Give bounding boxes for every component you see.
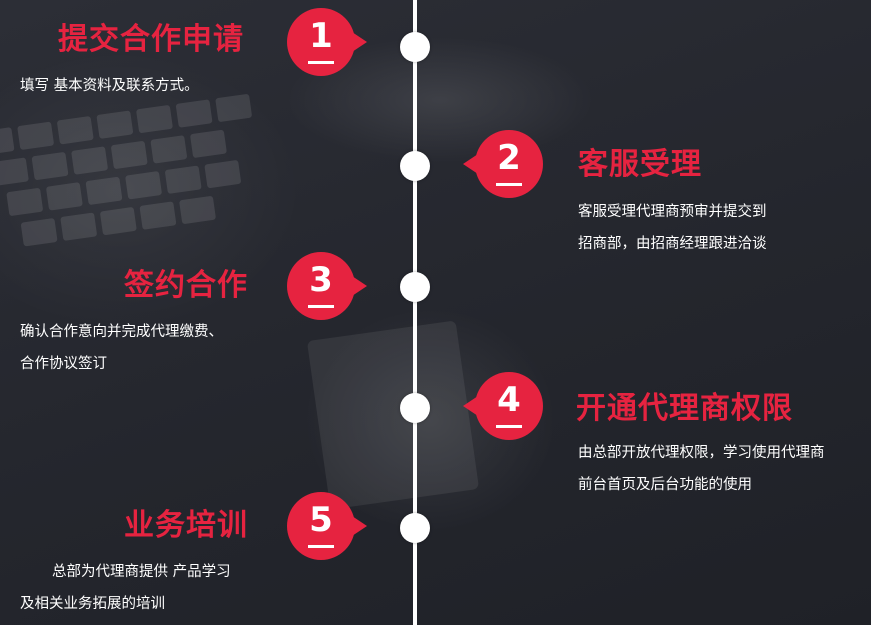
step-3-title: 签约合作 — [124, 268, 248, 303]
step-1-underline — [308, 61, 334, 64]
step-2-underline — [496, 183, 522, 186]
step-3-dot — [400, 272, 430, 302]
step-5-badge: 5 — [285, 490, 369, 564]
step-2-dot — [400, 151, 430, 181]
step-5-underline — [308, 545, 334, 548]
step-3-number: 3 — [309, 260, 333, 300]
step-4-title: 开通代理商权限 — [576, 391, 793, 426]
step-4-dot — [400, 393, 430, 423]
step-4-underline — [496, 425, 522, 428]
step-2-desc-line-1: 客服受理代理商预审并提交到 — [578, 204, 767, 220]
step-2-desc-line-2: 招商部，由招商经理跟进洽谈 — [578, 236, 767, 252]
step-1-title: 提交合作申请 — [58, 22, 244, 57]
step-5-title: 业务培训 — [124, 508, 248, 543]
step-2-title: 客服受理 — [578, 147, 702, 182]
step-5-desc-line-1: 总部为代理商提供 产品学习 — [52, 564, 231, 580]
step-3-underline — [308, 305, 334, 308]
step-3-badge: 3 — [285, 250, 369, 324]
step-5-number: 5 — [309, 500, 333, 540]
step-1-badge: 1 — [285, 6, 369, 80]
step-2-badge: 2 — [461, 128, 545, 202]
step-3-desc-line-1: 确认合作意向并完成代理缴费、 — [20, 324, 223, 340]
step-4-number: 4 — [497, 380, 521, 420]
step-1-number: 1 — [309, 16, 333, 56]
step-1-desc-line-1: 填写 基本资料及联系方式。 — [20, 78, 199, 94]
step-5-desc-line-2: 及相关业务拓展的培训 — [20, 596, 165, 612]
step-3-desc-line-2: 合作协议签订 — [20, 356, 107, 372]
step-1-dot — [400, 32, 430, 62]
step-4-desc-line-2: 前台首页及后台功能的使用 — [578, 477, 752, 493]
step-4-desc-line-1: 由总部开放代理权限，学习使用代理商 — [578, 445, 825, 461]
step-2-number: 2 — [497, 138, 521, 178]
step-4-badge: 4 — [461, 370, 545, 444]
step-5-dot — [400, 513, 430, 543]
card-decoration — [306, 320, 480, 510]
